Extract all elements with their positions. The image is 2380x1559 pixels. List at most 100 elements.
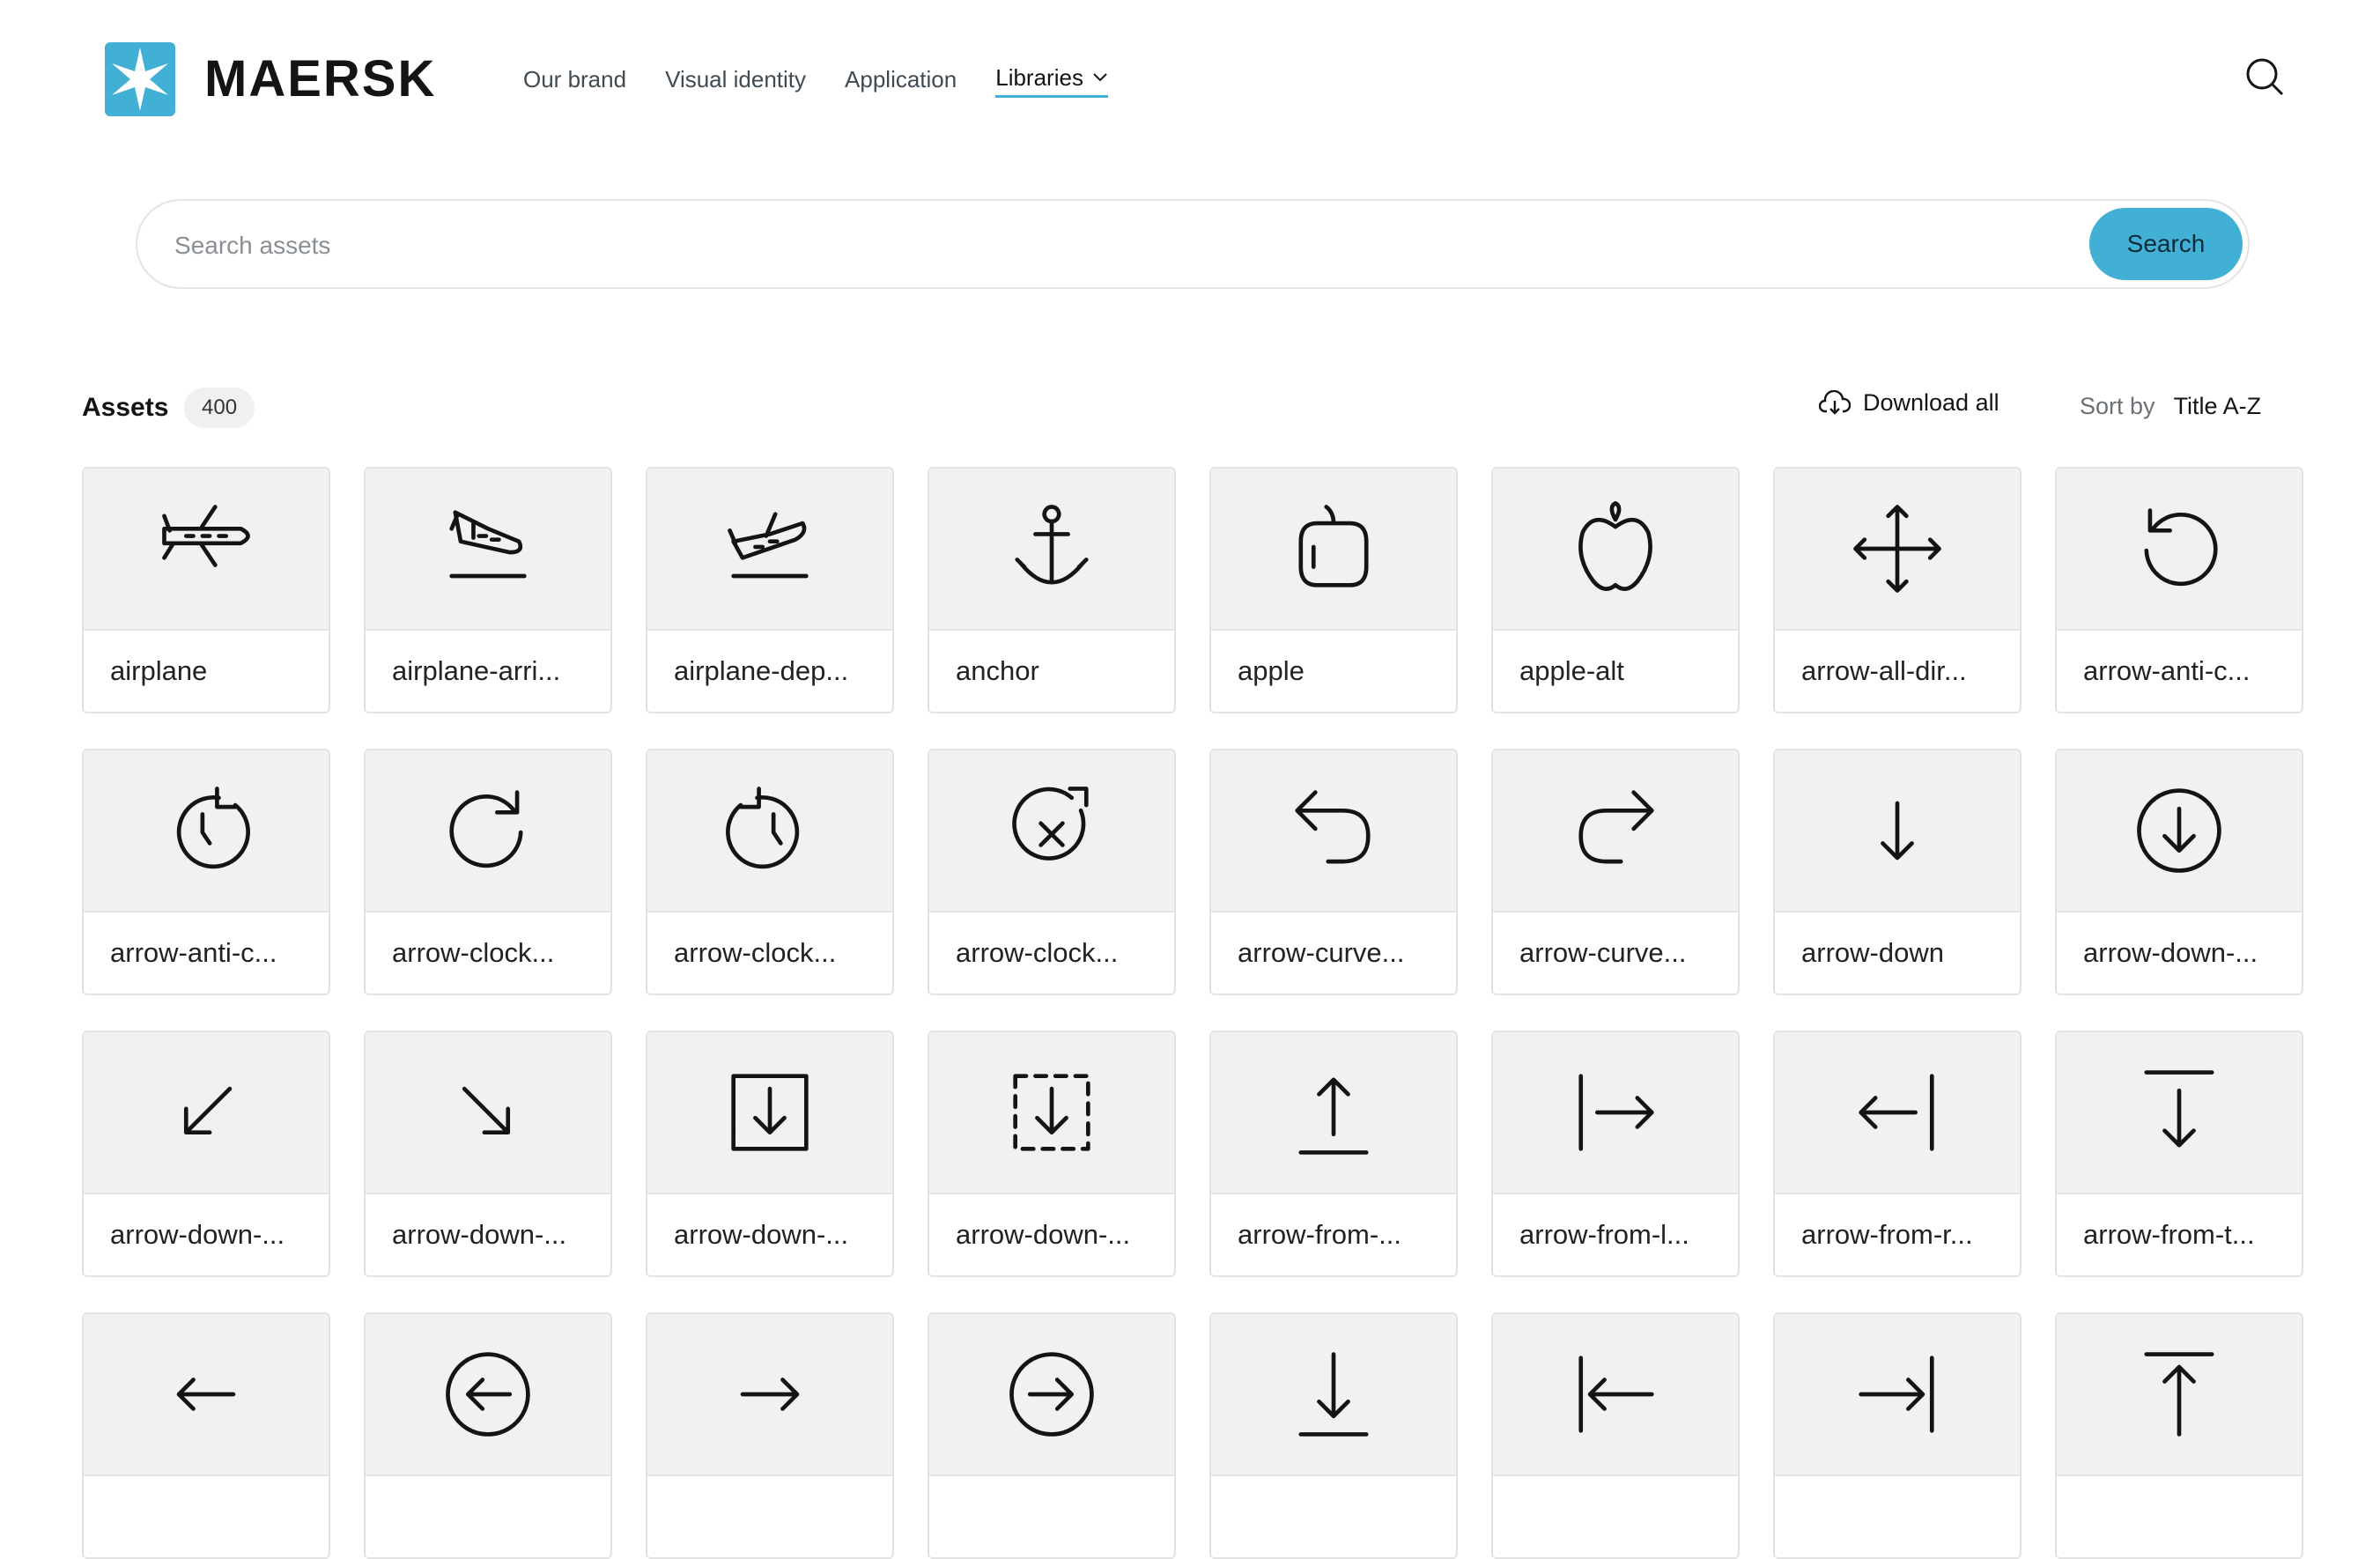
asset-name: airplane-dep... xyxy=(674,655,849,686)
asset-name: arrow-down-... xyxy=(674,1219,849,1250)
nav-application[interactable]: Application xyxy=(845,60,957,98)
asset-preview xyxy=(1493,1032,1738,1194)
main-nav: Our brand Visual identity Application Li… xyxy=(523,60,1108,98)
nav-label: Application xyxy=(845,65,957,92)
search-icon[interactable] xyxy=(2244,56,2285,97)
arrow-curve-right-icon xyxy=(1578,790,1654,864)
asset-preview xyxy=(929,1314,1174,1476)
arrow-from-bottom-icon xyxy=(1298,1077,1369,1155)
asset-preview xyxy=(2057,750,2302,912)
arrow-curve-left-icon xyxy=(1295,790,1371,864)
asset-preview xyxy=(2057,1032,2302,1194)
asset-preview xyxy=(366,469,610,631)
assets-count-badge: 400 xyxy=(184,388,255,428)
nav-our-brand[interactable]: Our brand xyxy=(523,60,626,98)
search-button[interactable]: Search xyxy=(2089,208,2243,280)
apple-icon xyxy=(1298,505,1369,587)
asset-card[interactable]: arrow-anti-c... xyxy=(2055,467,2303,713)
arrow-right-circle-icon xyxy=(1009,1352,1094,1437)
nav-label: Our brand xyxy=(523,65,627,92)
maersk-star-logo-icon[interactable] xyxy=(105,42,175,116)
arrow-to-bottom-icon xyxy=(1298,1352,1369,1437)
asset-name: arrow-curve... xyxy=(1238,937,1405,968)
asset-card[interactable]: arrow-down-... xyxy=(364,1031,612,1277)
arrow-right-icon xyxy=(740,1378,800,1411)
nav-label: Libraries xyxy=(995,64,1083,91)
asset-card[interactable]: arrow-from-l... xyxy=(1491,1031,1740,1277)
asset-card[interactable]: arrow-all-dir... xyxy=(1773,467,2022,713)
asset-preview xyxy=(84,1314,329,1476)
asset-grid: airplane airplane-arri... airplane-dep... a… xyxy=(82,467,2303,1559)
arrow-clockwise-icon xyxy=(449,790,523,868)
asset-preview xyxy=(647,1314,892,1476)
asset-preview xyxy=(929,750,1174,912)
asset-card[interactable]: anchor xyxy=(928,467,1176,713)
asset-card[interactable] xyxy=(1773,1312,2022,1559)
asset-preview xyxy=(929,469,1174,631)
asset-card[interactable] xyxy=(1491,1312,1740,1559)
asset-name: arrow-from-... xyxy=(1238,1219,1401,1250)
download-all-button[interactable]: Download all xyxy=(1819,389,1999,417)
asset-preview xyxy=(2057,469,2302,631)
asset-card[interactable]: apple xyxy=(1209,467,1458,713)
asset-card[interactable]: arrow-curve... xyxy=(1491,749,1740,995)
cloud-download-icon xyxy=(1819,389,1851,415)
asset-name: apple-alt xyxy=(1519,655,1624,686)
asset-preview xyxy=(647,750,892,912)
sort-control[interactable]: Sort by Title A-Z xyxy=(2080,393,2261,420)
asset-card[interactable]: arrow-curve... xyxy=(1209,749,1458,995)
asset-card[interactable]: arrow-down-... xyxy=(2055,749,2303,995)
arrow-down-icon xyxy=(1881,801,1914,861)
asset-card[interactable] xyxy=(928,1312,1176,1559)
asset-card[interactable]: arrow-clock... xyxy=(364,749,612,995)
asset-card[interactable] xyxy=(1209,1312,1458,1559)
asset-card[interactable]: airplane xyxy=(82,467,330,713)
asset-name: anchor xyxy=(956,655,1039,686)
asset-card[interactable]: arrow-down-... xyxy=(928,1031,1176,1277)
asset-card[interactable] xyxy=(82,1312,330,1559)
asset-preview xyxy=(1211,1314,1456,1476)
arrow-anticlockwise-icon xyxy=(2144,508,2218,587)
arrow-anticlockwise-clock-icon xyxy=(176,787,250,869)
arrow-clockwise-clock-icon xyxy=(726,787,800,869)
asset-preview xyxy=(366,1314,610,1476)
asset-preview xyxy=(1775,469,2020,631)
asset-card[interactable] xyxy=(646,1312,894,1559)
asset-card[interactable]: arrow-from-r... xyxy=(1773,1031,2022,1277)
asset-name: arrow-curve... xyxy=(1519,937,1687,968)
asset-card[interactable]: airplane-arri... xyxy=(364,467,612,713)
nav-visual-identity[interactable]: Visual identity xyxy=(665,60,806,98)
asset-name: arrow-all-dir... xyxy=(1801,655,1967,686)
arrow-left-circle-icon xyxy=(446,1352,530,1437)
asset-card[interactable]: arrow-from-t... xyxy=(2055,1031,2303,1277)
asset-name: arrow-from-t... xyxy=(2083,1219,2255,1250)
asset-preview xyxy=(1775,750,2020,912)
asset-card[interactable]: arrow-clock... xyxy=(928,749,1176,995)
asset-card[interactable]: arrow-anti-c... xyxy=(82,749,330,995)
asset-card[interactable]: arrow-down-... xyxy=(82,1031,330,1277)
asset-preview xyxy=(366,1032,610,1194)
asset-card[interactable]: apple-alt xyxy=(1491,467,1740,713)
asset-card[interactable]: arrow-down xyxy=(1773,749,2022,995)
asset-card[interactable]: arrow-from-... xyxy=(1209,1031,1458,1277)
asset-name: airplane xyxy=(110,655,208,686)
asset-name: arrow-clock... xyxy=(392,937,555,968)
anchor-icon xyxy=(1015,505,1089,585)
arrow-down-dashed-square-icon xyxy=(1013,1074,1090,1151)
asset-card[interactable] xyxy=(364,1312,612,1559)
arrow-down-left-icon xyxy=(183,1086,233,1135)
asset-card[interactable]: arrow-clock... xyxy=(646,749,894,995)
asset-card[interactable]: airplane-dep... xyxy=(646,467,894,713)
sort-label: Sort by xyxy=(2080,393,2155,419)
nav-label: Visual identity xyxy=(665,65,807,92)
download-all-label: Download all xyxy=(1863,389,1999,416)
asset-preview xyxy=(929,1032,1174,1194)
airplane-departure-icon xyxy=(728,512,809,579)
asset-card[interactable] xyxy=(2055,1312,2303,1559)
brand-wordmark[interactable]: MAERSK xyxy=(204,51,436,107)
arrow-from-left-icon xyxy=(1578,1074,1654,1151)
search-input[interactable] xyxy=(173,218,2096,273)
asset-card[interactable]: arrow-down-... xyxy=(646,1031,894,1277)
nav-libraries[interactable]: Libraries xyxy=(995,60,1108,98)
asset-name: arrow-clock... xyxy=(674,937,837,968)
